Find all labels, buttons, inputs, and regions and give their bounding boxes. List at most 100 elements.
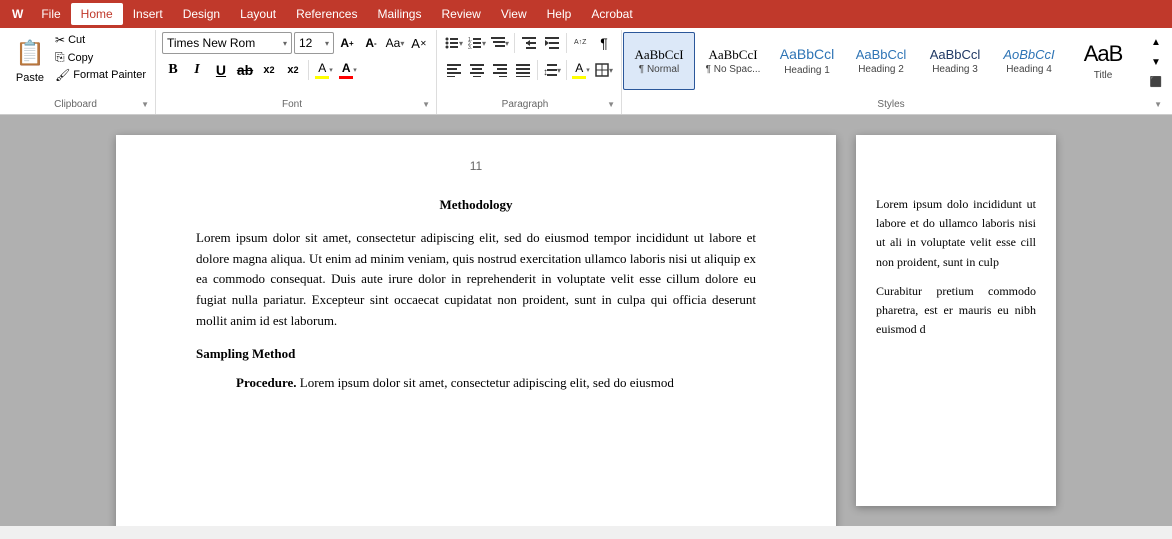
style-no-spacing-preview: AaBbCcI [708,47,757,63]
font-color-button[interactable]: A ▾ [337,59,359,81]
style-heading3-preview: AaBbCcl [930,47,981,63]
italic-button[interactable]: I [186,59,208,81]
style-heading2[interactable]: AaBbCcl Heading 2 [845,32,917,90]
style-no-spacing[interactable]: AaBbCcI ¶ No Spac... [697,32,769,90]
menu-home[interactable]: Home [71,3,123,25]
procedure-label: Procedure. [236,375,297,390]
numbering-button[interactable]: 1.2.3. ▾ [466,32,488,54]
menu-file[interactable]: File [31,3,70,25]
cut-label: Cut [68,34,85,46]
strikethrough-button[interactable]: ab [234,59,256,81]
styles-more[interactable]: ⬛ [1145,72,1167,92]
right-panel: Lorem ipsum dolo incididunt ut labore et… [856,135,1056,506]
styles-gallery: AaBbCcI ¶ Normal AaBbCcI ¶ No Spac... Aa… [623,32,1139,90]
doc-para1[interactable]: Lorem ipsum dolor sit amet, consectetur … [196,228,756,332]
procedure-text: Lorem ipsum dolor sit amet, consectetur … [300,375,674,390]
menu-insert[interactable]: Insert [123,3,173,25]
styles-label-text: Styles [628,99,1154,110]
style-normal-preview: AaBbCcI [634,47,683,63]
font-color-dropdown-icon: ▾ [353,66,357,74]
show-marks-button[interactable]: ¶ [593,32,615,54]
right-para1: Lorem ipsum dolo incididunt ut labore et… [876,195,1036,272]
paragraph-expand-icon[interactable]: ▼ [607,100,615,109]
style-heading4-preview: AoBbCcI [1003,47,1054,63]
paste-button[interactable]: 📋 Paste [10,32,50,86]
menu-view[interactable]: View [491,3,537,25]
sort-button[interactable]: A↑Z [570,32,592,54]
align-center-button[interactable] [466,59,488,81]
page-container[interactable]: 11 Methodology Lorem ipsum dolor sit ame… [0,115,1172,526]
text-highlight-button[interactable]: A ▾ [313,59,335,81]
style-heading1[interactable]: AaBbCcl Heading 1 [771,32,843,90]
font-size-selector[interactable]: 12 ▾ [294,32,334,54]
separator1 [308,60,309,80]
decrease-indent-button[interactable] [518,32,540,54]
paste-label: Paste [16,72,44,84]
subscript-button[interactable]: x2 [258,59,280,81]
font-row1: Times New Rom ▾ 12 ▾ A+ A- Aa▾ A✕ [162,32,430,54]
cut-icon: ✂ [55,33,65,47]
borders-button[interactable]: ▾ [593,59,615,81]
font-shrink-button[interactable]: A- [360,32,382,54]
copy-button[interactable]: ⎘ Copy [52,49,149,66]
increase-indent-button[interactable] [541,32,563,54]
clear-formatting-button[interactable]: A✕ [408,32,430,54]
multilevel-dropdown-icon: ▾ [505,39,509,48]
style-title[interactable]: AaB Title [1067,32,1139,90]
svg-text:↕: ↕ [543,67,548,77]
menu-mailings[interactable]: Mailings [367,3,431,25]
menu-design[interactable]: Design [173,3,230,25]
line-spacing-button[interactable]: ↕ ▾ [541,59,563,81]
font-grow-button[interactable]: A+ [336,32,358,54]
bullets-button[interactable]: ▾ [443,32,465,54]
cut-button[interactable]: ✂ Cut [52,32,149,48]
format-painter-button[interactable]: 🖌 Format Painter [52,67,149,83]
style-heading2-label: Heading 2 [858,64,904,75]
multilevel-button[interactable]: ▾ [489,32,511,54]
styles-expand-icon[interactable]: ▼ [1154,100,1162,109]
page-content[interactable]: Methodology Lorem ipsum dolor sit amet, … [196,195,756,393]
menu-references[interactable]: References [286,3,367,25]
menu-review[interactable]: Review [431,3,490,25]
ribbon-groups: 📋 Paste ✂ Cut ⎘ Copy 🖌 Format Painter [0,28,1172,114]
shading-icon: A [575,61,583,75]
menu-acrobat[interactable]: Acrobat [581,3,642,25]
align-left-button[interactable] [443,59,465,81]
style-heading4[interactable]: AoBbCcI Heading 4 [993,32,1065,90]
menu-bar: W File Home Insert Design Layout Referen… [0,0,1172,28]
bold-button[interactable]: B [162,59,184,81]
superscript-button[interactable]: x2 [282,59,304,81]
style-normal[interactable]: AaBbCcI ¶ Normal [623,32,695,90]
svg-text:3.: 3. [468,45,472,50]
right-panel-content: Lorem ipsum dolo incididunt ut labore et… [876,195,1036,339]
change-case-button[interactable]: Aa▾ [384,32,406,54]
style-normal-label: ¶ Normal [639,64,679,75]
line-spacing-dropdown-icon: ▾ [557,66,561,75]
styles-group: AaBbCcI ¶ Normal AaBbCcI ¶ No Spac... Aa… [622,30,1168,114]
font-color-bar [339,76,353,79]
align-right-button[interactable] [489,59,511,81]
ribbon: W File Home Insert Design Layout Referen… [0,0,1172,115]
clipboard-expand-icon[interactable]: ▼ [141,100,149,109]
sep4 [537,60,538,80]
menu-layout[interactable]: Layout [230,3,286,25]
font-group: Times New Rom ▾ 12 ▾ A+ A- Aa▾ A✕ B I [156,30,437,114]
underline-letter: U [216,62,226,78]
styles-scroll-down[interactable]: ▼ [1145,52,1167,72]
style-heading3[interactable]: AaBbCcl Heading 3 [919,32,991,90]
shading-button[interactable]: A ▾ [570,59,592,81]
svg-text:A↑Z: A↑Z [574,39,587,46]
borders-dropdown-icon: ▾ [609,66,613,75]
doc-procedure[interactable]: Procedure. Lorem ipsum dolor sit amet, c… [236,373,756,394]
underline-button[interactable]: U [210,59,232,81]
clipboard-group-label: Clipboard ▼ [10,97,149,112]
font-name-selector[interactable]: Times New Rom ▾ [162,32,292,54]
font-expand-icon[interactable]: ▼ [422,100,430,109]
menu-help[interactable]: Help [537,3,582,25]
app-icon: W [4,5,31,23]
styles-scroll-up[interactable]: ▲ [1145,32,1167,52]
copy-label: Copy [68,52,94,64]
styles-group-label: Styles ▼ [628,97,1162,112]
justify-button[interactable] [512,59,534,81]
sep2 [514,33,515,53]
